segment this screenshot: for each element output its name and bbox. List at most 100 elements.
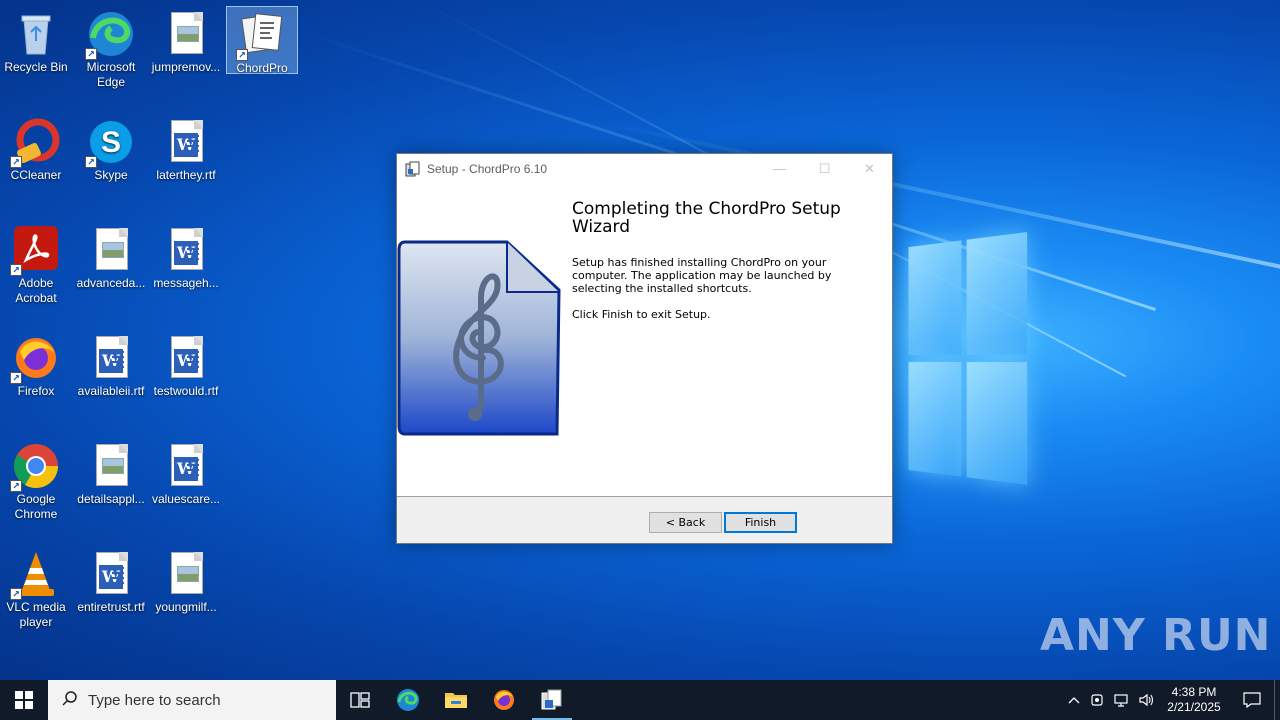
desktop-icon-label: laterthey.rtf <box>156 168 216 182</box>
wizard-heading: Completing the ChordPro Setup Wizard <box>572 199 841 237</box>
desktop-icon-skype[interactable]: S ↗ Skype <box>75 114 147 183</box>
word-document-icon: W <box>162 334 210 382</box>
show-desktop-button[interactable] <box>1274 680 1280 720</box>
vlc-cone-icon: ↗ <box>10 550 60 600</box>
close-button[interactable]: ✕ <box>847 154 892 183</box>
minimize-button[interactable]: — <box>757 154 802 183</box>
system-tray: 4:38 PM 2/21/2025 <box>1062 680 1280 720</box>
desktop-icon-label: advanceda... <box>76 276 146 290</box>
clock-time: 4:38 PM <box>1171 685 1217 699</box>
desktop-icon-label: ChordPro <box>236 61 288 75</box>
desktop-icon-label: Microsoft Edge <box>86 60 136 89</box>
desktop-icon-label: valuescare... <box>151 492 221 506</box>
desktop-icon-label: Firefox <box>17 384 55 398</box>
back-button[interactable]: < Back <box>649 512 722 533</box>
desktop-icon-label: jumpremov... <box>151 60 221 74</box>
desktop-icon-advanceda[interactable]: advanceda... <box>75 222 147 291</box>
desktop-icon-label: Recycle Bin <box>4 60 68 74</box>
image-file-icon <box>87 226 135 274</box>
taskbar-chordpro-setup[interactable] <box>528 680 576 720</box>
anyrun-watermark: ANY RUN <box>1040 610 1272 661</box>
word-document-icon: W <box>162 226 210 274</box>
dialog-titlebar[interactable]: Setup - ChordPro 6.10 — ☐ ✕ <box>397 154 892 183</box>
desktop-icon-entiretrust[interactable]: W entiretrust.rtf <box>75 546 147 615</box>
word-document-icon: W <box>87 334 135 382</box>
search-placeholder: Type here to search <box>88 691 221 709</box>
desktop-icon-recycle-bin[interactable]: Recycle Bin <box>0 6 72 75</box>
desktop-icon-availableii[interactable]: W availableii.rtf <box>75 330 147 399</box>
desktop-icon-detailsappl[interactable]: detailsappl... <box>75 438 147 507</box>
desktop-icon-label: testwould.rtf <box>153 384 219 398</box>
desktop-icon-label: availableii.rtf <box>77 384 145 398</box>
desktop-icon-ccleaner[interactable]: ↗ CCleaner <box>0 114 72 183</box>
task-view-button[interactable] <box>336 680 384 720</box>
taskbar: Type here to search 4:38 PM 2/21/2025 <box>0 680 1280 720</box>
network-icon[interactable] <box>1110 680 1134 720</box>
desktop-icon-jumpremov[interactable]: jumpremov... <box>150 6 222 75</box>
dialog-footer: < Back Finish <box>397 497 892 543</box>
wizard-exit-instruction: Click Finish to exit Setup. <box>572 308 711 321</box>
word-document-icon: W <box>87 550 135 598</box>
firefox-icon: ↗ <box>10 334 60 384</box>
desktop-icon-valuescare[interactable]: W valuescare... <box>150 438 222 507</box>
taskbar-firefox[interactable] <box>480 680 528 720</box>
desktop-icon-vlc[interactable]: ↗ VLC media player <box>0 546 72 630</box>
desktop-icon-label: Skype <box>94 168 128 182</box>
notification-center-icon[interactable] <box>1230 680 1274 720</box>
desktop-icon-label: VLC media player <box>6 600 66 629</box>
image-file-icon <box>162 550 210 598</box>
taskbar-edge[interactable] <box>384 680 432 720</box>
setup-app-icon <box>405 161 421 177</box>
image-file-icon <box>162 10 210 58</box>
edge-icon: ↗ <box>85 10 135 60</box>
search-icon <box>62 690 78 710</box>
word-document-icon: W <box>162 118 210 166</box>
google-chrome-icon: ↗ <box>10 442 60 492</box>
skype-icon: S ↗ <box>85 118 135 168</box>
edge-icon <box>397 689 419 711</box>
volume-icon[interactable] <box>1134 680 1158 720</box>
taskbar-file-explorer[interactable] <box>432 680 480 720</box>
dialog-body: Completing the ChordPro Setup Wizard Set… <box>397 183 892 496</box>
dialog-title: Setup - ChordPro 6.10 <box>427 161 548 176</box>
ccleaner-icon: ↗ <box>10 118 60 168</box>
desktop-icon-google-chrome[interactable]: ↗ Google Chrome <box>0 438 72 522</box>
finish-button[interactable]: Finish <box>724 512 797 533</box>
desktop-icon-label: messageh... <box>153 276 219 290</box>
clock-date: 2/21/2025 <box>1167 700 1221 714</box>
windows-start-icon <box>15 691 33 709</box>
word-document-icon: W <box>162 442 210 490</box>
desktop-icon-label: detailsappl... <box>77 492 145 506</box>
svg-text:S: S <box>101 126 121 159</box>
desktop-icon-label: youngmilf... <box>155 600 217 614</box>
task-view-icon <box>350 692 370 708</box>
desktop-icon-youngmilf[interactable]: youngmilf... <box>150 546 222 615</box>
folder-icon <box>445 693 467 708</box>
meet-now-icon[interactable] <box>1086 680 1110 720</box>
start-button[interactable] <box>0 680 48 720</box>
desktop-icon-laterthey[interactable]: W laterthey.rtf <box>150 114 222 183</box>
desktop-icon-chordpro[interactable]: ↗ ChordPro <box>226 6 298 75</box>
recycle-bin-icon <box>12 10 60 58</box>
treble-clef-file-image <box>397 238 562 438</box>
desktop-icon-label: Adobe Acrobat <box>15 276 57 305</box>
maximize-button[interactable]: ☐ <box>802 154 847 183</box>
chevron-up-icon[interactable] <box>1062 680 1086 720</box>
taskbar-search-box[interactable]: Type here to search <box>48 680 336 720</box>
adobe-acrobat-icon: ↗ <box>10 226 60 276</box>
taskbar-clock[interactable]: 4:38 PM 2/21/2025 <box>1158 685 1230 715</box>
firefox-icon <box>494 690 514 710</box>
chordpro-icon: ↗ <box>236 11 286 61</box>
desktop-icon-adobe-acrobat[interactable]: ↗ Adobe Acrobat <box>0 222 72 306</box>
desktop-icon-label: CCleaner <box>10 168 62 182</box>
wizard-finished-text: Setup has finished installing ChordPro o… <box>572 256 832 295</box>
windows-logo-wallpaper <box>908 232 1028 488</box>
desktop-icon-firefox[interactable]: ↗ Firefox <box>0 330 72 399</box>
desktop-icon-testwould[interactable]: W testwould.rtf <box>150 330 222 399</box>
desktop-icon-label: Google Chrome <box>14 492 58 521</box>
image-file-icon <box>87 442 135 490</box>
desktop-icon-label: entiretrust.rtf <box>77 600 145 614</box>
desktop-icon-messageh[interactable]: W messageh... <box>150 222 222 291</box>
desktop-icon-microsoft-edge[interactable]: ↗ Microsoft Edge <box>75 6 147 90</box>
setup-dialog: Setup - ChordPro 6.10 — ☐ ✕ Completing t… <box>396 153 893 544</box>
